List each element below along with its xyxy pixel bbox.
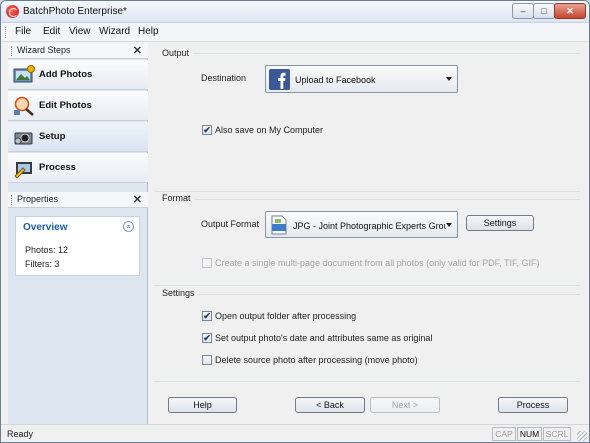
properties-header: Properties ✕ bbox=[8, 192, 148, 208]
step-label: Add Photos bbox=[39, 69, 93, 80]
photos-count: Photos: 12 bbox=[25, 245, 69, 255]
main-content: Output Destination Upload to Facebook ✔ … bbox=[155, 43, 580, 382]
scrl-indicator: SCRL bbox=[543, 427, 571, 441]
resize-grip-icon[interactable] bbox=[577, 431, 587, 441]
left-panel: Wizard Steps ✕ Add Photos Edit Photos Se… bbox=[8, 43, 148, 424]
process-button[interactable]: Process bbox=[498, 397, 568, 413]
step-label: Setup bbox=[39, 131, 66, 142]
menu-grip-icon bbox=[5, 27, 8, 38]
format-divider bbox=[195, 199, 580, 200]
back-button[interactable]: < Back bbox=[295, 397, 365, 413]
menu-bar: File Edit View Wizard Help bbox=[1, 23, 589, 42]
set-date-checkbox[interactable]: ✔ bbox=[202, 333, 212, 343]
chevron-down-icon bbox=[446, 223, 452, 227]
open-folder-checkbox[interactable]: ✔ bbox=[202, 311, 212, 321]
num-indicator: NUM bbox=[517, 427, 542, 441]
close-window-button[interactable]: ✕ bbox=[554, 3, 586, 19]
destination-label: Destination bbox=[201, 73, 247, 83]
step-edit-photos[interactable]: Edit Photos bbox=[8, 91, 148, 121]
wizard-steps-close-button[interactable]: ✕ bbox=[133, 44, 142, 57]
destination-select[interactable]: Upload to Facebook bbox=[265, 65, 458, 93]
panel-grip-icon bbox=[11, 46, 13, 56]
output-group-title: Output bbox=[162, 48, 190, 58]
settings-top-divider bbox=[155, 285, 580, 286]
menu-view[interactable]: View bbox=[69, 26, 91, 37]
step-label: Process bbox=[39, 162, 76, 173]
add-photos-icon bbox=[13, 65, 35, 83]
multipage-label: Create a single multi-page document from… bbox=[215, 258, 540, 268]
also-save-label: Also save on My Computer bbox=[215, 125, 324, 135]
jpg-file-icon bbox=[271, 215, 287, 235]
facebook-icon bbox=[269, 69, 290, 90]
menu-edit[interactable]: Edit bbox=[43, 26, 60, 37]
open-folder-label: Open output folder after processing bbox=[215, 311, 357, 321]
also-save-checkbox[interactable]: ✔ bbox=[202, 125, 212, 135]
multipage-checkbox[interactable] bbox=[202, 258, 212, 268]
overview-title: Overview bbox=[23, 222, 68, 233]
cap-indicator: CAP bbox=[492, 427, 516, 441]
panel-grip-icon bbox=[11, 195, 13, 205]
properties-close-button[interactable]: ✕ bbox=[133, 193, 142, 206]
step-add-photos[interactable]: Add Photos bbox=[8, 60, 148, 90]
step-label: Edit Photos bbox=[39, 100, 92, 111]
overview-card: Overview » Photos: 12 Filters: 3 bbox=[15, 216, 140, 276]
maximize-button[interactable]: □ bbox=[533, 3, 555, 19]
output-format-select[interactable]: JPG - Joint Photographic Experts Group J… bbox=[265, 211, 458, 238]
properties-title: Properties bbox=[17, 194, 59, 204]
next-button[interactable]: Next > bbox=[370, 397, 440, 413]
destination-value: Upload to Facebook bbox=[295, 75, 376, 85]
window-title: BatchPhoto Enterprise* bbox=[23, 6, 127, 17]
chevron-down-icon bbox=[446, 77, 452, 81]
step-process[interactable]: Process bbox=[8, 153, 148, 183]
title-bar: BatchPhoto Enterprise* – □ ✕ bbox=[1, 1, 589, 23]
step-setup[interactable]: Setup bbox=[8, 122, 148, 152]
process-icon bbox=[14, 162, 32, 178]
status-bar: Ready CAP NUM SCRL bbox=[1, 424, 589, 442]
format-settings-button[interactable]: Settings bbox=[466, 215, 534, 231]
format-top-divider bbox=[155, 191, 580, 192]
format-group-title: Format bbox=[162, 193, 191, 203]
setup-icon bbox=[14, 132, 33, 145]
collapse-glyph: » bbox=[125, 224, 132, 229]
filters-count: Filters: 3 bbox=[25, 259, 60, 269]
help-button[interactable]: Help bbox=[168, 397, 237, 413]
wizard-steps-header: Wizard Steps ✕ bbox=[8, 43, 148, 59]
collapse-icon[interactable]: » bbox=[123, 221, 134, 232]
wizard-steps-title: Wizard Steps bbox=[17, 45, 71, 55]
delete-source-checkbox[interactable] bbox=[202, 355, 212, 365]
settings-group-title: Settings bbox=[162, 288, 195, 298]
output-format-value: JPG - Joint Photographic Experts Group J… bbox=[293, 221, 446, 231]
edit-photos-icon bbox=[14, 96, 34, 116]
set-date-label: Set output photo's date and attributes s… bbox=[215, 333, 433, 343]
app-window: BatchPhoto Enterprise* – □ ✕ File Edit V… bbox=[0, 0, 590, 443]
output-format-label: Output Format bbox=[201, 219, 260, 229]
menu-file[interactable]: File bbox=[15, 26, 31, 37]
status-text: Ready bbox=[7, 429, 34, 439]
output-divider bbox=[193, 53, 580, 54]
settings-divider bbox=[197, 294, 580, 295]
menu-help[interactable]: Help bbox=[138, 26, 159, 37]
batchphoto-logo-icon bbox=[6, 5, 19, 18]
delete-source-label: Delete source photo after processing (mo… bbox=[215, 355, 418, 365]
minimize-button[interactable]: – bbox=[512, 3, 534, 19]
menu-wizard[interactable]: Wizard bbox=[99, 26, 130, 37]
content-bottom-divider bbox=[155, 381, 580, 382]
